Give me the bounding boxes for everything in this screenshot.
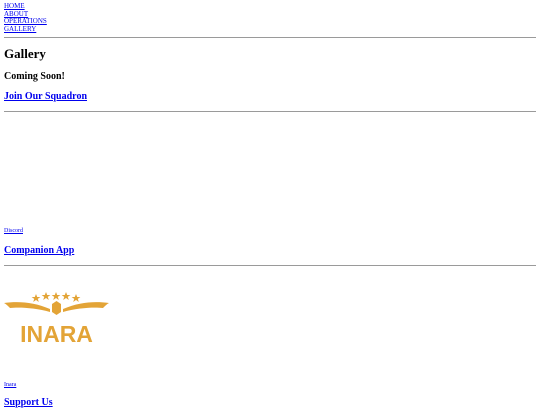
divider: [4, 111, 536, 112]
nav-gallery-link[interactable]: GALLERY: [4, 25, 47, 34]
companion-app-link[interactable]: Companion App: [4, 245, 74, 256]
top-nav: HOME ABOUT OPERATIONS GALLERY: [4, 2, 47, 34]
emblem-icon: [52, 301, 61, 315]
coming-soon-text: Coming Soon!: [4, 71, 65, 82]
star-icon: [51, 292, 61, 300]
inara-logo-graphic: INARA: [4, 292, 109, 347]
page-title: Gallery: [4, 46, 46, 61]
star-icon: [41, 292, 51, 300]
inara-logo-text: INARA: [20, 321, 93, 347]
support-us-link[interactable]: Support Us: [4, 397, 53, 408]
divider: [4, 37, 536, 38]
inara-logo[interactable]: INARA: [4, 292, 109, 352]
star-icon: [71, 294, 81, 302]
join-squadron-heading: Join Our Squadron: [4, 91, 87, 102]
support-us-heading: Support Us: [4, 397, 53, 408]
left-wing-icon: [4, 302, 50, 312]
star-icon: [61, 292, 71, 300]
companion-app-heading: Companion App: [4, 245, 74, 256]
join-squadron-link[interactable]: Join Our Squadron: [4, 91, 87, 102]
inara-link[interactable]: Inara: [4, 382, 16, 388]
discord-link[interactable]: Discord: [4, 228, 23, 234]
star-icon: [31, 294, 41, 302]
right-wing-icon: [63, 302, 109, 312]
divider: [4, 265, 536, 266]
